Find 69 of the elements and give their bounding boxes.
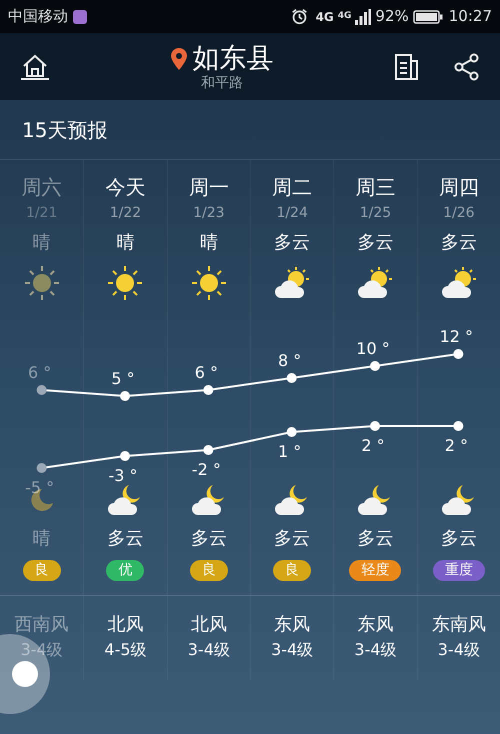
high-temperature: 12 ° (440, 327, 474, 346)
date-label: 1/22 (110, 204, 142, 222)
low-temperature: 2 ° (444, 436, 468, 455)
date-label: 1/21 (26, 204, 58, 222)
alarm-icon (290, 8, 308, 25)
low-temperature: -2 ° (192, 460, 221, 479)
date-label: 1/24 (276, 204, 308, 222)
wind-direction: 东风 (274, 614, 310, 636)
high-temperature: 6 ° (28, 363, 52, 382)
air-quality-badge: 轻度 (349, 560, 402, 581)
carrier-name: 中国移动 (8, 6, 68, 28)
night-weather: 多云 (357, 528, 394, 550)
low-temperature: 2 ° (361, 436, 385, 455)
day-name: 今天 (105, 174, 146, 200)
day-weather: 晴 (32, 232, 51, 254)
day-weather: 晴 (200, 232, 218, 254)
battery-icon (412, 10, 443, 24)
day-name: 周一 (188, 174, 229, 200)
air-quality-badge: 重度 (432, 560, 485, 581)
low-temperature: 1 ° (278, 442, 302, 461)
share-icon[interactable] (454, 52, 480, 80)
day-weather: 多云 (274, 232, 310, 254)
district-name: 和平路 (201, 74, 243, 90)
night-weather: 多云 (440, 528, 477, 550)
high-temperature: 8 ° (278, 351, 302, 370)
wind-direction: 东南风 (432, 614, 486, 636)
day-weather: 晴 (116, 232, 134, 254)
network-type: 4G (338, 10, 352, 24)
high-temperature: 5 ° (111, 369, 135, 388)
date-label: 1/25 (360, 204, 392, 222)
wind-direction: 东风 (357, 614, 394, 636)
low-temperature: -5 ° (25, 478, 54, 497)
clock-time: 10:27 (448, 6, 492, 28)
day-name: 周六 (22, 174, 62, 200)
day-weather: 多云 (357, 232, 394, 254)
air-quality-badge: 良 (22, 560, 61, 581)
night-weather: 多云 (190, 528, 227, 550)
date-label: 1/26 (443, 204, 475, 222)
document-icon[interactable] (394, 52, 420, 80)
night-weather: 多云 (274, 528, 310, 550)
section-title: 15天预报 (22, 116, 108, 144)
wind-direction: 西南风 (14, 614, 69, 636)
air-quality-badge: 良 (273, 560, 312, 581)
day-weather: 多云 (440, 232, 477, 254)
app-notification-icon (73, 10, 87, 24)
wind-level: 4-5级 (104, 640, 147, 660)
location-pin-icon (170, 48, 186, 70)
night-weather: 晴 (32, 528, 51, 550)
air-quality-badge: 优 (106, 560, 144, 581)
wind-level: 3-4级 (271, 640, 314, 660)
low-temperature: -3 ° (108, 466, 138, 485)
date-label: 1/23 (193, 204, 225, 222)
signal-icon (355, 8, 372, 24)
wind-level: 3-4级 (188, 640, 230, 660)
high-temperature: 10 ° (356, 339, 390, 358)
day-name: 周三 (355, 174, 396, 200)
home-icon[interactable] (20, 52, 50, 80)
city-name[interactable]: 如东县 (192, 42, 274, 74)
day-name: 周二 (272, 174, 312, 200)
wind-level: 3-4级 (438, 640, 480, 660)
wind-level: 3-4级 (354, 640, 397, 660)
air-quality-badge: 良 (190, 560, 228, 581)
battery-percent: 92% (375, 6, 409, 28)
network-type: 4G (316, 8, 334, 26)
high-temperature: 6 ° (194, 363, 218, 382)
day-name: 周四 (438, 174, 479, 200)
wind-direction: 北风 (107, 614, 144, 636)
night-weather: 多云 (107, 528, 144, 550)
wind-direction: 北风 (190, 614, 227, 636)
